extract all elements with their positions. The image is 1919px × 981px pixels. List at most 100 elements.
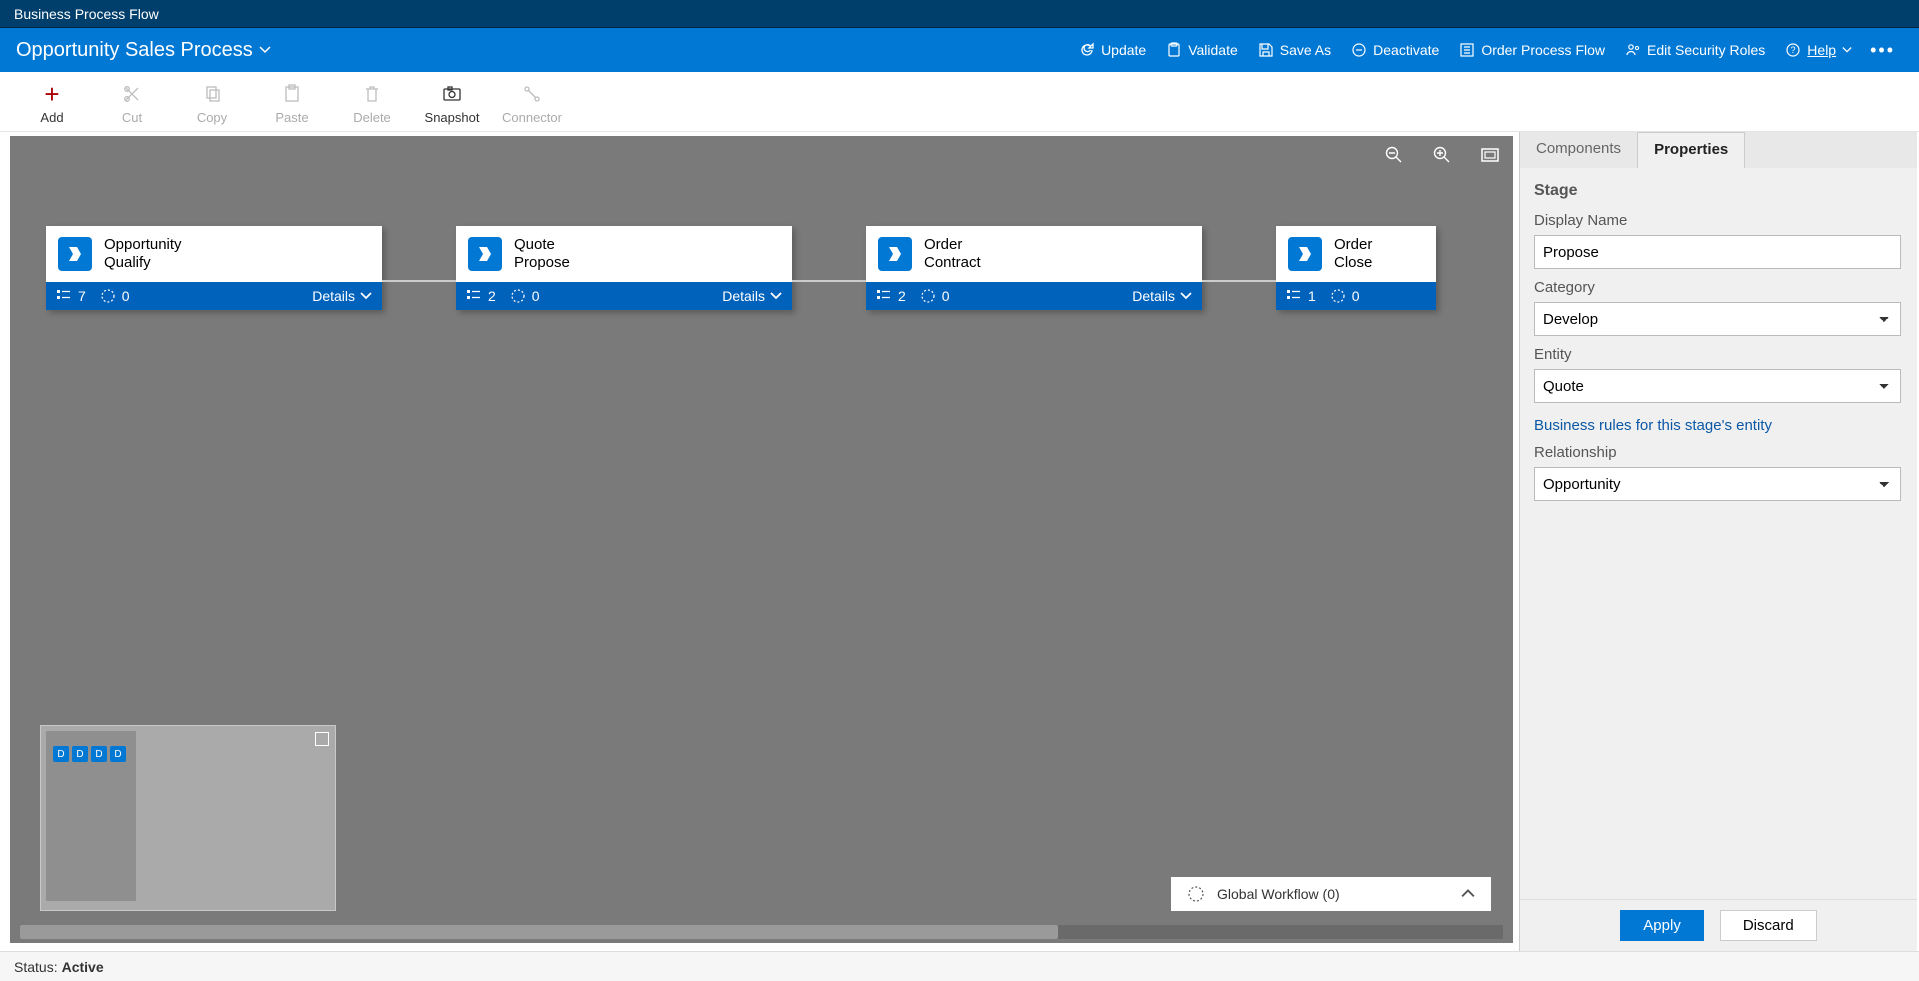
chevron-down-icon[interactable]	[259, 44, 271, 56]
steps-count: 2	[898, 288, 906, 304]
stage-icon	[58, 237, 92, 271]
display-name-label: Display Name	[1534, 212, 1901, 229]
flow-icon	[1459, 42, 1475, 58]
security-roles-button[interactable]: Edit Security Roles	[1615, 36, 1775, 64]
stage-entity: Order	[1334, 236, 1372, 254]
business-rules-link[interactable]: Business rules for this stage's entity	[1534, 417, 1901, 434]
workflow-badge: 0	[100, 288, 130, 304]
saveas-button[interactable]: Save As	[1248, 36, 1341, 64]
status-label: Status:	[14, 959, 58, 975]
workflow-count: 0	[532, 288, 540, 304]
process-name[interactable]: Opportunity Sales Process	[16, 39, 253, 62]
stage-card[interactable]: OrderClose 10	[1276, 226, 1436, 310]
panel-heading: Stage	[1534, 182, 1901, 200]
stage-entity: Opportunity	[104, 236, 182, 254]
clipboard-icon	[1166, 42, 1182, 58]
svg-text:?: ?	[1791, 45, 1796, 55]
category-label: Category	[1534, 279, 1901, 296]
connector-label: Connector	[502, 110, 562, 125]
stage-card[interactable]: OrderContract20Details	[866, 226, 1202, 310]
workflow-icon	[1187, 885, 1205, 903]
relationship-label: Relationship	[1534, 444, 1901, 461]
order-flow-button[interactable]: Order Process Flow	[1449, 36, 1615, 64]
stage-card[interactable]: QuotePropose20Details	[456, 226, 792, 310]
stage-entity: Quote	[514, 236, 570, 254]
validate-button[interactable]: Validate	[1156, 36, 1248, 64]
stage-name: Close	[1334, 254, 1372, 272]
help-icon: ?	[1785, 42, 1801, 58]
tab-components[interactable]: Components	[1520, 132, 1637, 168]
plus-icon: +	[42, 84, 62, 104]
steps-count: 1	[1308, 288, 1316, 304]
panel-scroll[interactable]: Stage Display Name Category Develop Enti…	[1520, 168, 1917, 899]
connector-button[interactable]: Connector	[492, 82, 572, 127]
details-label: Details	[722, 288, 765, 304]
chevron-up-icon[interactable]	[1461, 887, 1475, 901]
flow-canvas[interactable]: OpportunityQualify70DetailsQuotePropose2…	[10, 136, 1513, 943]
saveas-label: Save As	[1280, 42, 1331, 58]
steps-count: 7	[78, 288, 86, 304]
add-button[interactable]: + Add	[12, 82, 92, 127]
security-roles-label: Edit Security Roles	[1647, 42, 1765, 58]
stage-footer: 10	[1276, 282, 1436, 310]
category-select[interactable]: Develop	[1534, 302, 1901, 336]
stage-icon	[878, 237, 912, 271]
apply-button[interactable]: Apply	[1620, 910, 1704, 941]
stage-info: QuotePropose	[514, 236, 570, 272]
order-flow-label: Order Process Flow	[1481, 42, 1605, 58]
security-icon	[1625, 42, 1641, 58]
panel-footer: Apply Discard	[1520, 899, 1917, 951]
deactivate-button[interactable]: Deactivate	[1341, 36, 1449, 64]
copy-button[interactable]: Copy	[172, 82, 252, 127]
workflow-badge: 0	[510, 288, 540, 304]
cut-button[interactable]: Cut	[92, 82, 172, 127]
minimap-stage-icon: D	[110, 746, 126, 762]
stage-footer: 20Details	[456, 282, 792, 310]
tab-properties[interactable]: Properties	[1637, 132, 1745, 168]
stage-footer: 70 Details	[46, 282, 382, 310]
global-workflow-label: Global Workflow (0)	[1217, 886, 1340, 902]
top-bar-title: Business Process Flow	[14, 6, 159, 22]
delete-button[interactable]: Delete	[332, 82, 412, 127]
details-label: Details	[1132, 288, 1175, 304]
help-button[interactable]: ? Help	[1775, 36, 1862, 64]
stage-header: QuotePropose	[456, 226, 792, 282]
minimap-stage-icon: D	[53, 746, 69, 762]
trash-icon	[362, 84, 382, 104]
connector-icon	[522, 84, 542, 104]
details-toggle[interactable]: Details	[722, 288, 782, 304]
minimap-stages: D D D D	[53, 746, 126, 762]
stage-connector	[1202, 254, 1276, 308]
more-button[interactable]: •••	[1862, 36, 1903, 65]
entity-select[interactable]: Quote	[1534, 369, 1901, 403]
chevron-down-icon	[1842, 45, 1852, 55]
horizontal-scrollbar[interactable]	[20, 925, 1503, 939]
minimap-stage-icon: D	[72, 746, 88, 762]
display-name-input[interactable]	[1534, 235, 1901, 269]
snapshot-button[interactable]: Snapshot	[412, 82, 492, 127]
entity-label: Entity	[1534, 346, 1901, 363]
top-bar: Business Process Flow	[0, 0, 1919, 28]
stage-connector	[382, 254, 456, 308]
deactivate-icon	[1351, 42, 1367, 58]
details-label: Details	[312, 288, 355, 304]
camera-icon	[442, 84, 462, 104]
relationship-select[interactable]: Opportunity	[1534, 467, 1901, 501]
details-toggle[interactable]: Details	[312, 288, 372, 304]
global-workflow-bar[interactable]: Global Workflow (0)	[1171, 877, 1491, 911]
minimap[interactable]: D D D D	[40, 725, 336, 911]
stage-header: OpportunityQualify	[46, 226, 382, 282]
refresh-icon	[1079, 42, 1095, 58]
details-toggle[interactable]: Details	[1132, 288, 1192, 304]
discard-button[interactable]: Discard	[1720, 910, 1817, 941]
copy-icon	[202, 84, 222, 104]
steps-badge: 1	[1286, 288, 1316, 304]
stage-row: OpportunityQualify70DetailsQuotePropose2…	[46, 226, 1436, 310]
workflow-count: 0	[942, 288, 950, 304]
stage-card[interactable]: OpportunityQualify 70 Details	[46, 226, 382, 310]
scrollbar-thumb[interactable]	[20, 925, 1058, 939]
paste-button[interactable]: Paste	[252, 82, 332, 127]
update-button[interactable]: Update	[1069, 36, 1156, 64]
stage-name: Contract	[924, 254, 981, 272]
minimap-expand-icon[interactable]	[315, 732, 329, 746]
